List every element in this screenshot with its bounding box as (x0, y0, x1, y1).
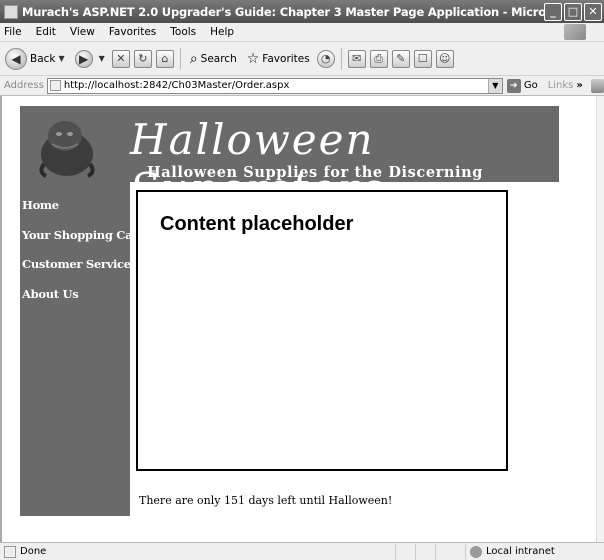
status-text: Done (20, 546, 47, 557)
back-dropdown-icon[interactable]: ▼ (59, 54, 65, 63)
toolbar: ◀ Back ▼ ▶ ▼ ✕ ↻ ⌂ ⌕ Search ☆ Favorites … (0, 42, 604, 76)
links-label: Links (547, 80, 574, 91)
refresh-icon[interactable]: ↻ (133, 49, 152, 68)
back-label: Back (30, 52, 56, 65)
security-zone: Local intranet (465, 543, 604, 560)
go-button[interactable]: ➔ Go (506, 78, 538, 93)
zone-label: Local intranet (486, 546, 555, 557)
site-nav: Home Your Shopping Cart Customer Service… (20, 182, 143, 516)
intranet-icon (470, 545, 482, 558)
star-icon: ☆ (246, 50, 260, 67)
vertical-scrollbar[interactable] (596, 96, 604, 542)
search-label: Search (200, 52, 237, 65)
address-dropdown-icon[interactable]: ▼ (487, 78, 502, 93)
print-icon[interactable]: ⎙ (369, 49, 388, 68)
menu-bar: File Edit View Favorites Tools Help (0, 23, 604, 42)
windows-logo-icon (564, 24, 586, 40)
links-button[interactable]: Links» (548, 80, 583, 91)
back-arrow-icon: ◀ (5, 47, 27, 70)
search-icon: ⌕ (189, 50, 198, 67)
menu-file[interactable]: File (4, 26, 22, 38)
back-button[interactable]: ◀ Back ▼ (2, 46, 68, 72)
home-icon[interactable]: ⌂ (155, 49, 174, 68)
status-cell (415, 543, 435, 560)
site-banner: Halloween Superstore Halloween Supplies … (20, 106, 559, 213)
close-button[interactable]: ✕ (584, 2, 602, 21)
discuss-icon[interactable]: ☐ (413, 49, 432, 68)
menu-favorites[interactable]: Favorites (109, 26, 156, 38)
ie-app-icon (4, 4, 18, 19)
toolbar-divider (179, 47, 181, 70)
address-bar: Address http://localhost:2842/Ch03Master… (0, 76, 604, 96)
forward-button[interactable]: ▶ ▼ (72, 46, 108, 72)
toolbar-divider (340, 47, 342, 70)
nav-link-customer-service[interactable]: Customer Service (20, 257, 131, 287)
messenger-icon[interactable]: ☺ (435, 49, 454, 68)
forward-arrow-icon: ▶ (74, 49, 93, 68)
favorites-button[interactable]: ☆ Favorites (244, 46, 313, 72)
menu-view[interactable]: View (70, 26, 95, 38)
status-cell (435, 543, 455, 560)
edit-icon[interactable]: ✎ (391, 49, 410, 68)
address-label: Address (4, 80, 44, 91)
go-label: Go (523, 80, 538, 91)
nav-link-about-us[interactable]: About Us (20, 287, 130, 317)
forward-dropdown-icon[interactable]: ▼ (99, 54, 105, 63)
toolbar-extension-icon[interactable] (590, 78, 604, 93)
content-placeholder-box: Content placeholder (136, 190, 508, 471)
menu-edit[interactable]: Edit (36, 26, 56, 38)
page-done-icon (4, 545, 16, 558)
go-arrow-icon: ➔ (506, 78, 521, 93)
nav-link-home[interactable]: Home (20, 198, 130, 228)
halloween-countdown: There are only 151 days left until Hallo… (139, 494, 393, 507)
menu-help[interactable]: Help (210, 26, 234, 38)
content-placeholder-text: Content placeholder (160, 213, 354, 235)
stop-icon[interactable]: ✕ (111, 49, 130, 68)
mail-icon[interactable]: ✉ (347, 49, 366, 68)
monster-logo-icon (39, 121, 95, 178)
maximize-button[interactable]: □ (564, 2, 582, 21)
search-button[interactable]: ⌕ Search (187, 46, 240, 72)
status-bar: Done Local intranet (0, 542, 604, 560)
favorites-label: Favorites (262, 52, 310, 65)
page-icon (49, 80, 61, 91)
browser-viewport: Halloween Superstore Halloween Supplies … (0, 96, 596, 542)
minimize-button[interactable]: _ (544, 2, 562, 21)
nav-link-shopping-cart[interactable]: Your Shopping Cart (20, 228, 143, 258)
links-chevron-icon: » (576, 80, 583, 91)
address-url: http://localhost:2842/Ch03Master/Order.a… (63, 80, 290, 91)
address-input[interactable]: http://localhost:2842/Ch03Master/Order.a… (46, 77, 503, 94)
history-icon[interactable]: ◔ (316, 49, 335, 68)
title-bar: Murach's ASP.NET 2.0 Upgrader's Guide: C… (0, 0, 604, 23)
window-title: Murach's ASP.NET 2.0 Upgrader's Guide: C… (22, 4, 544, 19)
status-done: Done (0, 545, 395, 558)
menu-tools[interactable]: Tools (170, 26, 196, 38)
status-cell (395, 543, 415, 560)
